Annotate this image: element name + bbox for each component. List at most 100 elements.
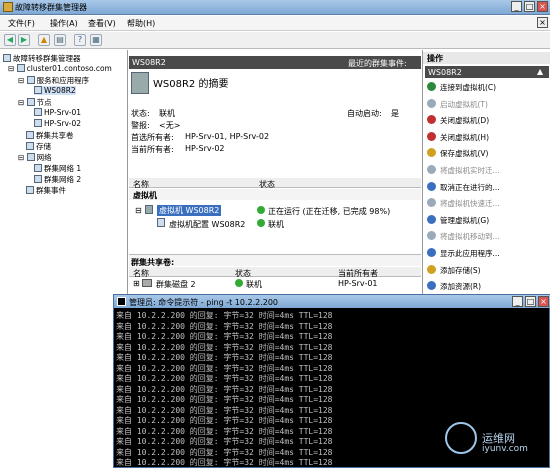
back-icon[interactable]: ◀: [4, 34, 16, 46]
alert-value: <无>: [159, 121, 181, 130]
forward-icon[interactable]: ▶: [18, 34, 30, 46]
tree-network[interactable]: ⊟ 网络: [18, 152, 52, 163]
group-row-vm[interactable]: 虚拟机: [129, 189, 421, 200]
cmd-line: 来自 10.2.2.200 的回复: 字节=32 时间=4ms TTL=128: [116, 426, 333, 436]
minimize-button[interactable]: _: [511, 1, 522, 12]
network-icon: [26, 153, 35, 161]
tree-shared-volumes[interactable]: 群集共享卷: [26, 130, 74, 141]
tree-root[interactable]: 故障转移群集管理器: [3, 53, 81, 64]
action-label: 添加存储(S): [440, 265, 481, 275]
auto-start-label: 自动启动:: [347, 109, 382, 118]
disk-icon: [142, 279, 152, 287]
tree-storage[interactable]: 存储: [26, 141, 51, 152]
cmd-line: 来自 10.2.2.200 的回复: 字节=32 时间=4ms TTL=128: [116, 311, 333, 320]
expand-icon[interactable]: ⊞: [133, 279, 140, 288]
action-item[interactable]: 取消正在进行的...: [427, 181, 500, 193]
toolbar: ◀ ▶ ▲ ▤ ? ▦: [0, 32, 550, 49]
cmd-line: 来自 10.2.2.200 的回复: 字节=32 时间=4ms TTL=128: [116, 458, 333, 467]
collapse-icon[interactable]: ▲: [537, 67, 543, 76]
actions-subheader-label: WS08R2: [428, 68, 462, 77]
menu-close-button[interactable]: ×: [537, 17, 548, 28]
cluster-manager-icon: [3, 54, 11, 62]
tree-net2[interactable]: 群集网络 2: [34, 174, 81, 185]
help-icon[interactable]: ?: [74, 34, 86, 46]
nodes-icon: [26, 98, 35, 106]
cmd-line: 来自 10.2.2.200 的回复: 字节=32 时间=4ms TTL=128: [116, 321, 333, 331]
server-icon: [34, 108, 42, 116]
cmd-line: 来自 10.2.2.200 的回复: 字节=32 时间=4ms TTL=128: [116, 447, 333, 457]
cmd-maximize-button[interactable]: □: [525, 296, 536, 307]
cmd-line: 来自 10.2.2.200 的回复: 字节=32 时间=4ms TTL=128: [116, 332, 333, 341]
action-item[interactable]: 管理虚拟机(G): [427, 214, 489, 226]
tree-node1[interactable]: HP-Srv-01: [34, 108, 81, 117]
action-label: 连接到虚拟机(C): [440, 83, 497, 92]
cluster-icon: [16, 64, 25, 72]
cmd-title: 管理员: 命令提示符 - ping -t 10.2.2.200: [129, 298, 279, 307]
row-name: 虚拟机配置 WS08R2: [169, 220, 246, 229]
action-item[interactable]: 显示此应用程序...: [427, 248, 500, 259]
action-icon: [427, 115, 436, 125]
up-folder-icon[interactable]: ▲: [38, 34, 50, 46]
running-status-icon: [257, 206, 265, 214]
cmd-line: 来自 10.2.2.200 的回复: 字节=32 时间=4ms TTL=128: [116, 374, 333, 383]
action-item[interactable]: 关闭虚拟机(H): [427, 131, 489, 143]
menu-action[interactable]: 操作(A): [50, 18, 78, 29]
row-name: 虚拟机 WS08R2: [157, 205, 222, 216]
action-item[interactable]: 启动虚拟机(T): [427, 98, 488, 110]
menu-help[interactable]: 帮助(H): [127, 18, 155, 29]
action-item[interactable]: 保存虚拟机(V): [427, 148, 488, 159]
cmd-line: 来自 10.2.2.200 的回复: 字节=32 时间=4ms TTL=128: [116, 363, 333, 373]
action-item[interactable]: 关闭虚拟机(D): [427, 115, 489, 126]
tree-net1[interactable]: 群集网络 1: [34, 163, 81, 174]
action-item[interactable]: 添加资源(R): [427, 281, 481, 292]
menu-view[interactable]: 查看(V): [88, 18, 116, 29]
action-icon: [427, 148, 436, 158]
network-adapter-icon: [34, 164, 42, 172]
cmd-minimize-button[interactable]: _: [512, 296, 523, 307]
cmd-title-bar: 管理员: 命令提示符 - ping -t 10.2.2.200 _ □ ×: [114, 295, 550, 308]
action-label: 添加资源(R): [440, 282, 482, 292]
grid-header: 名称 状态: [129, 178, 421, 189]
action-item[interactable]: 连接到虚拟机(C): [427, 82, 496, 93]
properties-icon[interactable]: ▦: [90, 34, 102, 46]
action-icon: [427, 198, 436, 208]
menu-bar: 文件(F) 操作(A) 查看(V) 帮助(H) ×: [0, 16, 550, 31]
maximize-button[interactable]: □: [524, 1, 535, 12]
action-label: 启动虚拟机(T): [440, 99, 488, 109]
cmd-line: 来自 10.2.2.200 的回复: 字节=32 时间=4ms TTL=128: [116, 395, 333, 404]
table-row[interactable]: ⊞ 群集磁盘 2 联机 HP-Srv-01: [129, 278, 421, 290]
action-icon: [427, 231, 436, 241]
action-item[interactable]: 将虚拟机快速迁...: [427, 198, 500, 209]
action-item[interactable]: 添加存储(S): [427, 264, 481, 276]
close-button[interactable]: ×: [537, 1, 548, 12]
action-item[interactable]: 将虚拟机移动到...: [427, 231, 500, 242]
expand-icon[interactable]: ⊟: [135, 206, 142, 215]
navigation-tree: 故障转移群集管理器 ⊟ cluster01.contoso.com ⊟ 服务和应…: [0, 50, 128, 468]
show-tree-icon[interactable]: ▤: [54, 34, 66, 46]
action-icon: [427, 165, 436, 174]
cmd-line: 来自 10.2.2.200 的回复: 字节=32 时间=4ms TTL=128: [116, 353, 333, 362]
action-label: 将虚拟机移动到...: [440, 232, 500, 242]
actions-subheader[interactable]: WS08R2 ▲: [425, 66, 549, 78]
table-row[interactable]: 虚拟机配置 WS08R2 联机: [129, 217, 421, 229]
tree-node2[interactable]: HP-Srv-02: [34, 119, 81, 128]
panel-header: WS08R2 最近的群集事件:: [129, 56, 421, 69]
current-owner-value: HP-Srv-02: [185, 144, 225, 153]
table-row[interactable]: ⊟ 虚拟机 WS08R2 正在运行 (正在迁移, 已完成 98%): [129, 204, 421, 216]
tree-nodes[interactable]: ⊟ 节点: [18, 97, 52, 108]
row-status: 联机: [268, 220, 284, 229]
tree-services[interactable]: ⊟ 服务和应用程序: [18, 75, 89, 86]
tree-cluster[interactable]: ⊟ cluster01.contoso.com: [8, 64, 112, 73]
storage-icon: [26, 142, 34, 150]
tree-vm[interactable]: WS08R2: [34, 86, 76, 95]
cmd-close-button[interactable]: ×: [538, 296, 549, 307]
preferred-owner-label: 首选所有者:: [131, 133, 174, 142]
menu-file[interactable]: 文件(F): [8, 18, 35, 29]
recent-events-link[interactable]: 最近的群集事件:: [348, 58, 407, 69]
action-label: 保存虚拟机(V): [440, 149, 489, 159]
cmd-icon: [117, 297, 126, 306]
cmd-line: 来自 10.2.2.200 的回复: 字节=32 时间=4ms TTL=128: [116, 405, 333, 415]
row-name: 群集磁盘 2: [156, 280, 196, 289]
action-item[interactable]: 将虚拟机实时迁...: [427, 165, 500, 176]
tree-events[interactable]: 群集事件: [26, 185, 66, 196]
